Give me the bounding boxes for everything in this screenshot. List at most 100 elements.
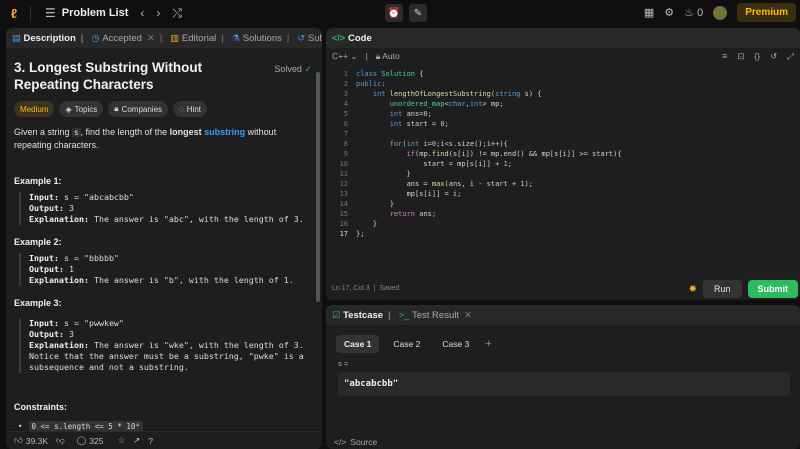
output-label: Output: <box>29 203 64 213</box>
like-button[interactable]: 👍︎ 39.3K <box>14 435 48 446</box>
history-icon: ↺ <box>297 32 305 43</box>
prev-problem-icon[interactable]: ‹ <box>140 6 144 20</box>
leetcode-logo-icon[interactable]: ℓ <box>6 5 22 21</box>
divider <box>30 6 31 20</box>
example-title: Example 1: <box>14 176 62 186</box>
divider: | <box>80 32 84 44</box>
tab-code[interactable]: </> Code <box>332 33 372 44</box>
bullet-icon: • <box>18 422 23 431</box>
source-toggle[interactable]: </> Source <box>334 437 377 447</box>
example-explanation: The answer is "wke", with the length of … <box>93 340 304 350</box>
language-select[interactable]: C++ ⌄ <box>332 51 358 62</box>
tab-testcase[interactable]: ☑ Testcase | <box>332 310 391 321</box>
comment-count: 325 <box>89 435 104 446</box>
braces-icon[interactable]: {} <box>754 51 760 62</box>
companies-button[interactable]: 🔒︎ Companies <box>108 101 169 117</box>
thumbs-down-icon[interactable]: 👎︎ <box>56 435 65 446</box>
hint-button[interactable]: ◌ Hint <box>173 101 208 117</box>
bookmark-icon[interactable]: ⊡ <box>737 51 744 62</box>
case-tab-3[interactable]: Case 3 <box>434 335 477 353</box>
divider: | <box>365 51 368 61</box>
premium-button[interactable]: Premium <box>737 3 796 22</box>
book-icon: ▥ <box>170 32 179 43</box>
submit-button[interactable]: Submit <box>747 280 798 298</box>
input-label: Input: <box>29 253 59 263</box>
description-body: 3. Longest Substring Without Repeating C… <box>6 59 322 152</box>
divider: | <box>388 309 391 321</box>
add-case-icon[interactable]: + <box>485 338 491 350</box>
debug-icon[interactable]: ✹ <box>689 284 697 295</box>
close-icon[interactable]: ✕ <box>147 33 155 44</box>
case-tab-2[interactable]: Case 2 <box>385 335 428 353</box>
statement-text: Given a string <box>14 127 73 137</box>
inline-code: s <box>72 128 81 137</box>
problem-list-link[interactable]: Problem List <box>62 7 129 19</box>
comment-icon: ◯ <box>76 435 87 445</box>
tag-label: Hint <box>186 104 202 114</box>
description-tabs: ▤ Description | ◷ Accepted ✕ | ▥ Editorial | ⚗ S… <box>6 28 322 48</box>
tab-label: Solutions <box>242 32 282 44</box>
tab-editorial[interactable]: ▥ Editorial | <box>170 33 223 44</box>
tab-accepted[interactable]: ◷ Accepted ✕ | <box>91 33 162 44</box>
scrollbar[interactable] <box>316 72 320 302</box>
example-input: s = "pwwkew" <box>63 318 124 328</box>
shuffle-icon[interactable]: ⤭ <box>172 6 182 21</box>
avatar[interactable] <box>713 5 728 20</box>
statement-text: , find the length of the <box>80 127 170 137</box>
tab-label: Test Result <box>411 309 459 321</box>
expand-icon[interactable]: ⤢ <box>787 51 794 62</box>
tag-label: Companies <box>121 104 163 114</box>
tab-label: Submissions <box>307 32 322 44</box>
input-label: Input: <box>29 318 59 328</box>
like-count: 39.3K <box>25 435 49 446</box>
lock-icon: 🔒︎ <box>375 50 381 61</box>
bulb-icon: ◌ <box>179 104 184 114</box>
tab-label: Testcase <box>343 309 384 321</box>
example-note: Notice that the answer must be a substri… <box>29 351 304 361</box>
fire-icon: ♨ <box>684 7 695 19</box>
run-button[interactable]: Run <box>702 280 742 298</box>
case-tab-1[interactable]: Case 1 <box>336 335 380 353</box>
help-icon[interactable]: ? <box>148 436 153 446</box>
tab-solutions[interactable]: ⚗ Solutions | <box>232 33 290 44</box>
description-footer: 👍︎ 39.3K 👎︎ ◯ 325 ☆ ↗ ? <box>6 431 322 449</box>
problem-title: 3. Longest Substring Without Repeating C… <box>14 60 203 92</box>
example-note: subsequence and not a substring. <box>29 362 189 372</box>
close-icon[interactable]: ✕ <box>464 310 472 321</box>
explanation-label: Explanation: <box>29 214 89 224</box>
reset-icon[interactable]: ↺ <box>770 51 777 62</box>
auto-label: Auto <box>382 50 400 61</box>
example-block: Input: s = "pwwkew" Output: 3 Explanatio… <box>19 318 304 373</box>
case-selector: Case 1 Case 2 Case 3 + <box>336 335 800 353</box>
tab-test-result[interactable]: >_ Test Result ✕ <box>399 310 472 321</box>
tab-label: Accepted <box>102 32 142 44</box>
auto-toggle[interactable]: 🔒︎ Auto <box>376 51 400 62</box>
tab-label: Description <box>23 32 76 44</box>
code-panel: </> Code C++ ⌄ | 🔒︎ Auto ≡ ⊡ {} ↺ ⤢ 12345… <box>326 28 800 300</box>
gear-icon[interactable]: ⚙ <box>664 6 674 19</box>
input-label: Input: <box>29 192 59 202</box>
statement-bold: longest <box>169 127 202 137</box>
list-icon[interactable]: ☰ <box>45 6 56 20</box>
code-editor[interactable]: 1 2 3 4 5 6 7 8 9 10 11 12 13 14 15 16 17 class Solution… <box>326 65 800 265</box>
cursor-position: Ln 17, Col 3 <box>332 285 370 292</box>
streak-counter[interactable]: ♨ 0 <box>684 6 703 19</box>
comments-button[interactable]: ◯ 325 <box>77 435 104 446</box>
testcase-input[interactable]: "abcabcbb" <box>338 372 790 396</box>
star-icon[interactable]: ☆ <box>117 435 125 446</box>
timer-icon[interactable]: ⏰ <box>385 4 403 22</box>
clock-icon: ◷ <box>91 32 100 43</box>
example-input: s = "abcabcbb" <box>63 192 134 202</box>
format-icon[interactable]: ≡ <box>722 51 727 62</box>
share-icon[interactable]: ↗ <box>133 435 140 446</box>
code-icon: </> <box>334 437 347 447</box>
notes-icon[interactable]: ✎ <box>409 4 427 22</box>
next-problem-icon[interactable]: › <box>156 6 160 20</box>
tab-description[interactable]: ▤ Description | <box>12 33 83 44</box>
topics-button[interactable]: ◈ Topics <box>59 101 104 117</box>
tab-submissions[interactable]: ↺Submissions <box>297 33 322 44</box>
run-actions: ✹ Run Submit <box>689 280 798 298</box>
substring-link[interactable]: substring <box>204 127 245 137</box>
testcase-tabs: ☑ Testcase | >_ Test Result ✕ <box>326 305 800 325</box>
layout-icon[interactable]: ▦ <box>644 6 654 19</box>
